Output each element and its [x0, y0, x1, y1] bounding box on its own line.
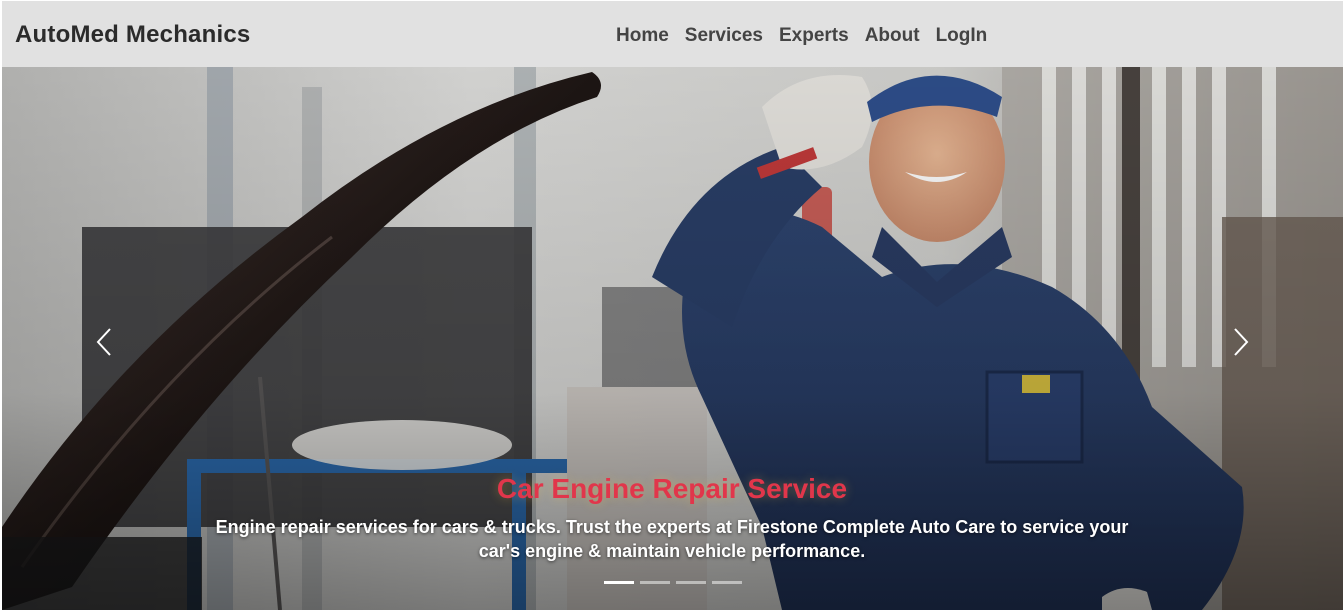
nav-link-experts[interactable]: Experts — [779, 25, 849, 47]
carousel-prev-button[interactable] — [84, 322, 124, 362]
carousel-indicator[interactable] — [712, 581, 742, 584]
slide-description: Engine repair services for cars & trucks… — [215, 517, 1129, 561]
brand-logo[interactable]: AutoMed Mechanics — [15, 21, 250, 49]
slide-caption: Car Engine Repair Service Engine repair … — [172, 473, 1172, 563]
chevron-left-icon — [96, 328, 111, 356]
carousel-indicator[interactable] — [604, 581, 634, 584]
nav-link-about[interactable]: About — [865, 25, 920, 47]
chevron-right-icon — [1234, 328, 1249, 356]
nav-links: Home Services Experts About LogIn — [616, 25, 987, 47]
slide-title: Car Engine Repair Service — [496, 473, 848, 504]
carousel-indicator[interactable] — [676, 581, 706, 584]
hero-carousel: Car Engine Repair Service Engine repair … — [2, 67, 1343, 610]
nav-link-home[interactable]: Home — [616, 25, 669, 47]
carousel-next-button[interactable] — [1221, 322, 1261, 362]
nav-link-services[interactable]: Services — [685, 25, 763, 47]
carousel-indicator[interactable] — [640, 581, 670, 584]
navbar: AutoMed Mechanics Home Services Experts … — [2, 1, 1343, 67]
carousel-indicators — [604, 581, 742, 584]
nav-link-login[interactable]: LogIn — [936, 25, 988, 47]
